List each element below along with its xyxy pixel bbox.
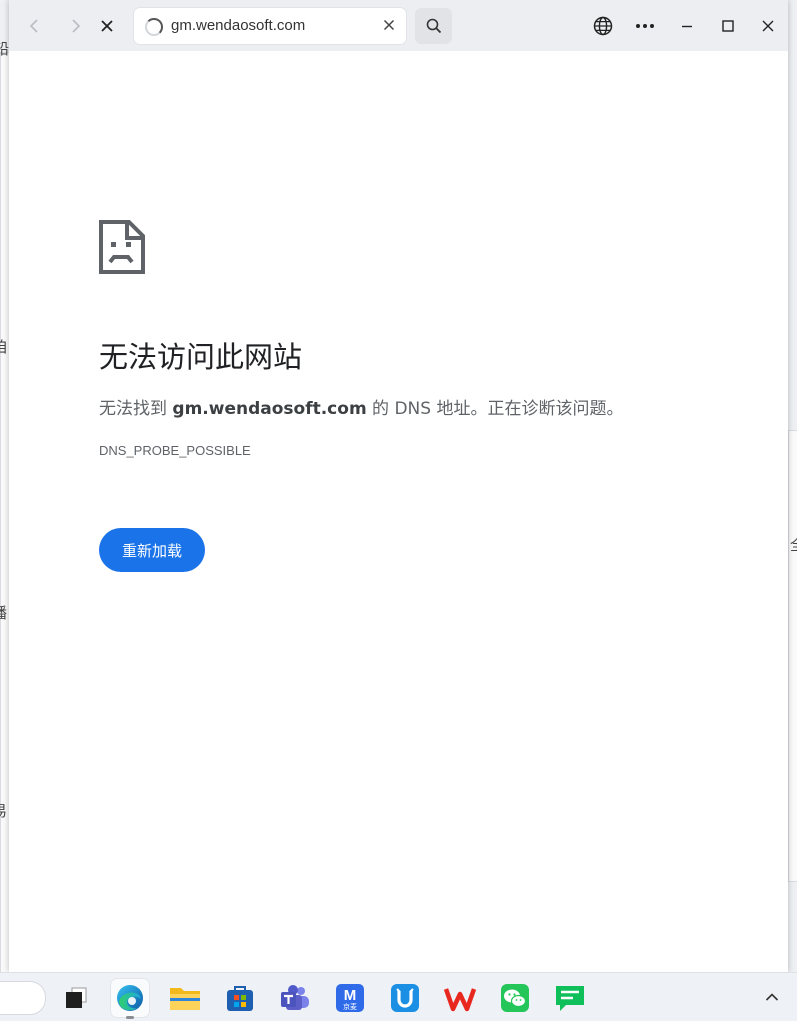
background-text: 铅 xyxy=(0,40,10,58)
error-host: gm.wendaosoft.com xyxy=(172,399,367,419)
arrow-left-icon xyxy=(29,19,38,33)
task-view-button[interactable] xyxy=(56,979,94,1017)
taskbar-wechat[interactable] xyxy=(496,979,534,1017)
search-icon xyxy=(426,18,441,34)
maximize-icon xyxy=(722,20,734,32)
arrow-right-icon xyxy=(72,19,81,33)
task-view-icon xyxy=(66,987,87,1008)
taskbar-jingmai[interactable]: M 京麦 xyxy=(331,979,369,1017)
error-title: 无法访问此网站 xyxy=(99,340,303,374)
wps-icon xyxy=(444,988,476,1012)
forward-button[interactable] xyxy=(57,8,93,44)
background-text: 易 xyxy=(0,800,7,821)
taskbar-uu-app[interactable] xyxy=(386,979,424,1017)
minimize-icon xyxy=(682,25,692,28)
background-text: 全 xyxy=(790,534,797,555)
error-description: 无法找到 gm.wendaosoft.com 的 DNS 地址。正在诊断该问题。 xyxy=(99,394,623,419)
taskbar-edge[interactable] xyxy=(111,979,149,1019)
edge-browser-icon xyxy=(117,985,143,1011)
error-code[interactable]: DNS_PROBE_POSSIBLE xyxy=(99,443,251,458)
globe-icon xyxy=(593,16,613,36)
close-icon xyxy=(762,20,774,32)
translate-button[interactable] xyxy=(584,8,622,44)
close-icon xyxy=(383,19,395,31)
search-button[interactable] xyxy=(415,8,452,44)
error-description-prefix: 无法找到 xyxy=(99,399,173,419)
minimize-button[interactable] xyxy=(668,8,706,44)
close-window-button[interactable] xyxy=(749,8,787,44)
maximize-button[interactable] xyxy=(709,8,747,44)
chevron-up-icon xyxy=(765,993,779,1001)
more-menu-button[interactable] xyxy=(626,8,664,44)
chat-bubble-icon xyxy=(556,986,584,1011)
background-text: 播 xyxy=(0,602,7,623)
show-hidden-icons-button[interactable] xyxy=(760,985,784,1009)
jingmai-label: 京麦 xyxy=(343,1002,357,1011)
background-window-right xyxy=(788,430,797,882)
uu-app-icon xyxy=(391,984,419,1012)
taskbar-search-box[interactable] xyxy=(0,981,46,1015)
taskbar-wps[interactable] xyxy=(441,979,479,1017)
teams-icon xyxy=(281,985,309,1010)
url-text[interactable]: gm.wendaosoft.com xyxy=(171,17,305,34)
taskbar-store[interactable] xyxy=(221,979,259,1017)
taskbar-file-explorer[interactable] xyxy=(166,979,204,1017)
address-bar[interactable]: gm.wendaosoft.com xyxy=(134,8,406,44)
reload-button[interactable]: 重新加载 xyxy=(99,528,205,572)
loading-spinner-icon xyxy=(145,18,163,36)
clear-url-button[interactable] xyxy=(378,14,400,36)
taskbar: M 京麦 xyxy=(0,972,797,1021)
taskbar-teams[interactable] xyxy=(276,979,314,1017)
sad-page-icon xyxy=(99,220,145,274)
jingmai-letter: M xyxy=(344,987,357,1004)
wechat-icon xyxy=(501,984,529,1012)
browser-window: gm.wendaosoft.com 无法访问此网站 无法找到 gm.wendao… xyxy=(9,0,788,972)
background-text: 咱 xyxy=(0,336,7,357)
taskbar-chat-app[interactable] xyxy=(551,979,589,1017)
active-indicator xyxy=(126,1016,134,1019)
title-bar: gm.wendaosoft.com xyxy=(9,0,788,51)
close-icon xyxy=(101,20,113,32)
back-button[interactable] xyxy=(17,8,53,44)
more-horizontal-icon xyxy=(636,24,654,28)
store-icon xyxy=(227,986,253,1011)
jingmai-icon: M 京麦 xyxy=(336,984,364,1012)
stop-loading-button[interactable] xyxy=(89,8,125,44)
folder-icon xyxy=(170,988,200,1010)
error-description-suffix: 的 DNS 地址。正在诊断该问题。 xyxy=(366,399,624,419)
